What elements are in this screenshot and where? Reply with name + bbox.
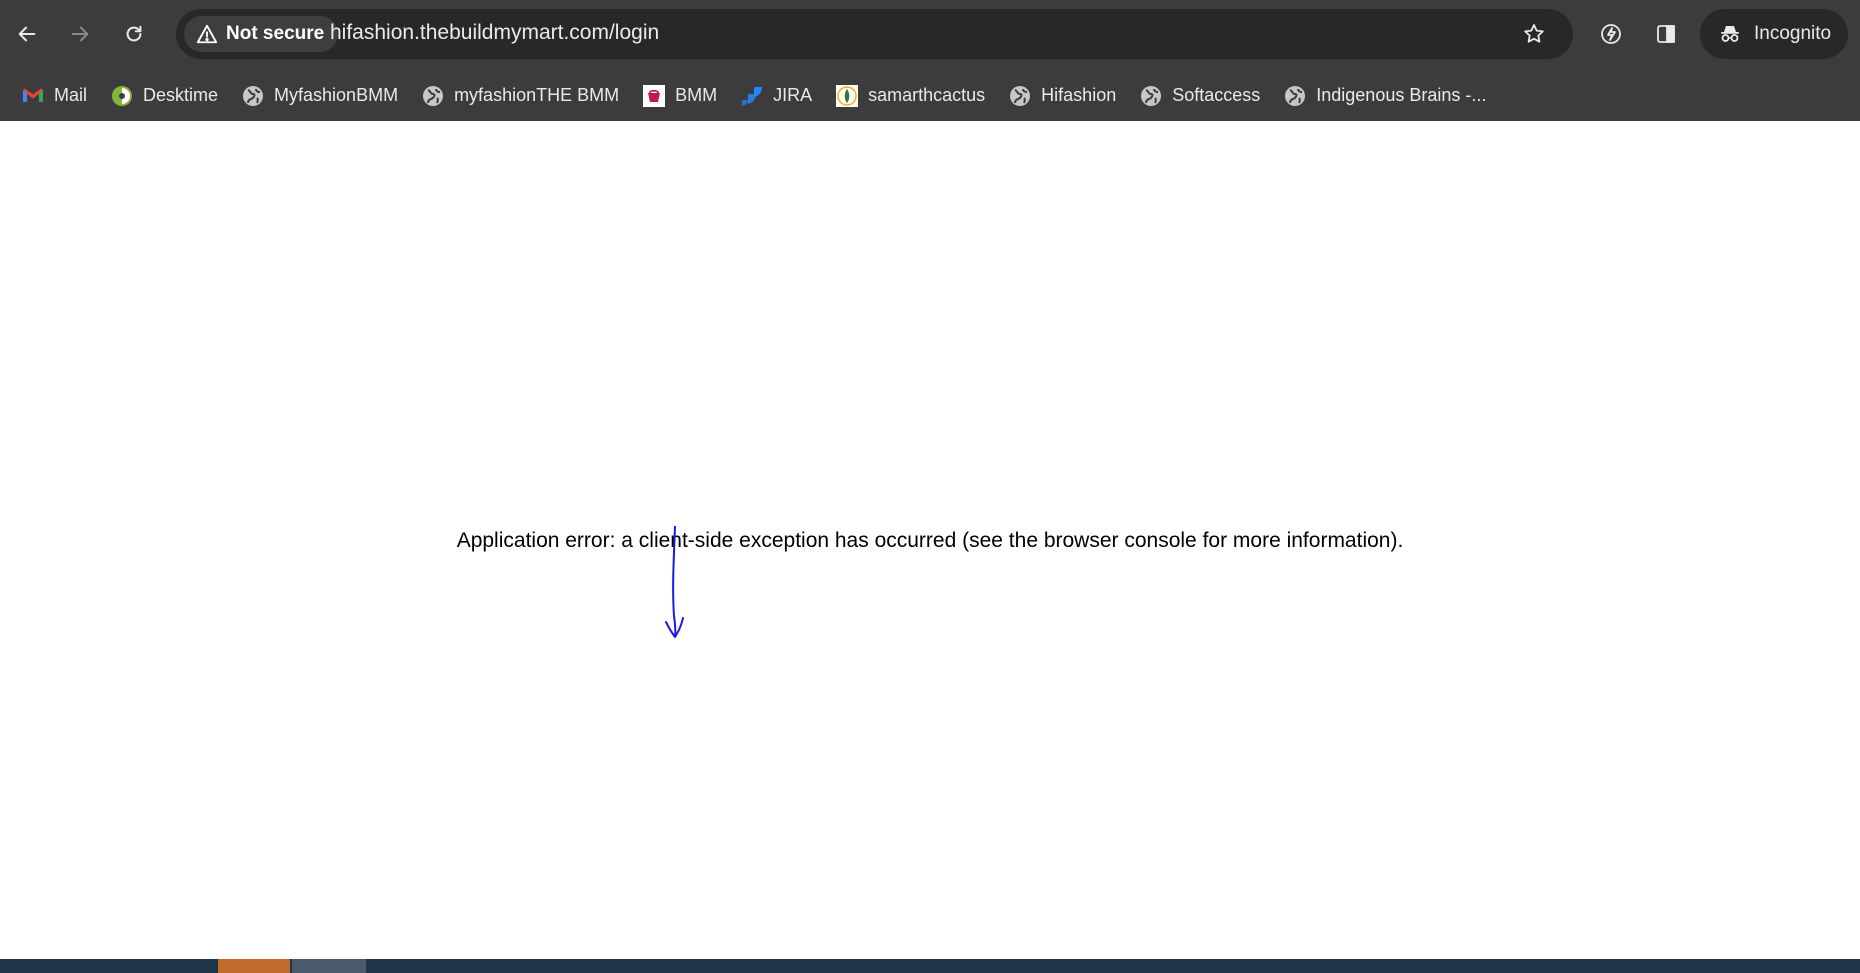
page-content: Application error: a client-side excepti… <box>0 121 1860 959</box>
url-text[interactable]: hifashion.thebuildmymart.com/login <box>330 21 659 45</box>
warning-triangle-icon <box>196 24 218 44</box>
bookmark-label: Mail <box>54 85 88 105</box>
taskbar-app-tile[interactable] <box>218 959 290 973</box>
bookmark-label: Hifashion <box>1041 85 1117 105</box>
globe-icon <box>1010 85 1031 106</box>
reload-button[interactable] <box>116 16 152 52</box>
bookmark-star-button[interactable] <box>1516 16 1552 52</box>
bookmark-myfashionbmm[interactable]: MyfashionBMM <box>232 78 407 114</box>
bookmark-bmm[interactable]: BMM <box>633 78 726 114</box>
jira-icon <box>742 86 763 106</box>
browser-toolbar: Not secure hifashion.thebuildmymart.com/… <box>0 0 1860 70</box>
arrow-right-icon <box>71 26 89 42</box>
reload-icon <box>126 25 142 42</box>
globe-icon <box>243 85 264 106</box>
browser-chrome: Not secure hifashion.thebuildmymart.com/… <box>0 0 1860 121</box>
bookmark-mail[interactable]: Mail <box>12 78 96 114</box>
performance-icon <box>1601 24 1621 44</box>
address-bar[interactable]: Not secure hifashion.thebuildmymart.com/… <box>176 9 1573 59</box>
gmail-icon <box>23 88 43 102</box>
star-icon <box>1524 24 1544 43</box>
bookmarks-bar: Mail Desktime MyfashionBMM myfashionTHE … <box>0 70 1860 121</box>
taskbar-app-tile[interactable] <box>292 959 366 973</box>
bmm-icon <box>643 84 666 107</box>
security-indicator[interactable]: Not secure <box>184 16 339 52</box>
samarthcactus-icon <box>836 84 859 107</box>
bookmark-label: Indigenous Brains -... <box>1316 85 1487 105</box>
incognito-indicator[interactable]: Incognito <box>1700 9 1848 59</box>
desktime-icon <box>112 85 133 106</box>
incognito-icon <box>1721 26 1739 42</box>
bookmark-label: Softaccess <box>1172 85 1261 105</box>
hand-drawn-arrow-annotation <box>665 526 684 638</box>
security-label: Not secure <box>226 23 325 44</box>
globe-icon <box>1285 85 1306 106</box>
incognito-label: Incognito <box>1754 23 1832 44</box>
globe-icon <box>1141 85 1162 106</box>
bookmark-label: MyfashionBMM <box>274 85 399 105</box>
bookmark-samarthcactus[interactable]: samarthcactus <box>826 78 994 114</box>
bookmark-label: Desktime <box>143 85 219 105</box>
bookmark-hifashion[interactable]: Hifashion <box>999 78 1125 114</box>
bookmark-label: BMM <box>675 85 718 105</box>
performance-button[interactable] <box>1593 16 1629 52</box>
application-error-message: Application error: a client-side excepti… <box>456 529 1404 552</box>
os-taskbar <box>0 959 1860 973</box>
bookmark-indigenous-brains[interactable]: Indigenous Brains -... <box>1274 78 1495 114</box>
bookmark-label: myfashionTHE BMM <box>454 85 620 105</box>
bookmark-label: JIRA <box>773 85 813 105</box>
back-button[interactable] <box>9 16 45 52</box>
side-panel-button[interactable] <box>1648 16 1684 52</box>
side-panel-icon <box>1657 25 1675 43</box>
arrow-left-icon <box>18 26 36 42</box>
bookmark-label: samarthcactus <box>868 85 986 105</box>
forward-button[interactable] <box>62 16 98 52</box>
bookmark-softaccess[interactable]: Softaccess <box>1130 78 1269 114</box>
globe-icon <box>423 85 444 106</box>
bookmark-myfashionthe-bmm[interactable]: myfashionTHE BMM <box>412 78 628 114</box>
bookmark-desktime[interactable]: Desktime <box>101 78 227 114</box>
bookmark-jira[interactable]: JIRA <box>731 78 821 114</box>
